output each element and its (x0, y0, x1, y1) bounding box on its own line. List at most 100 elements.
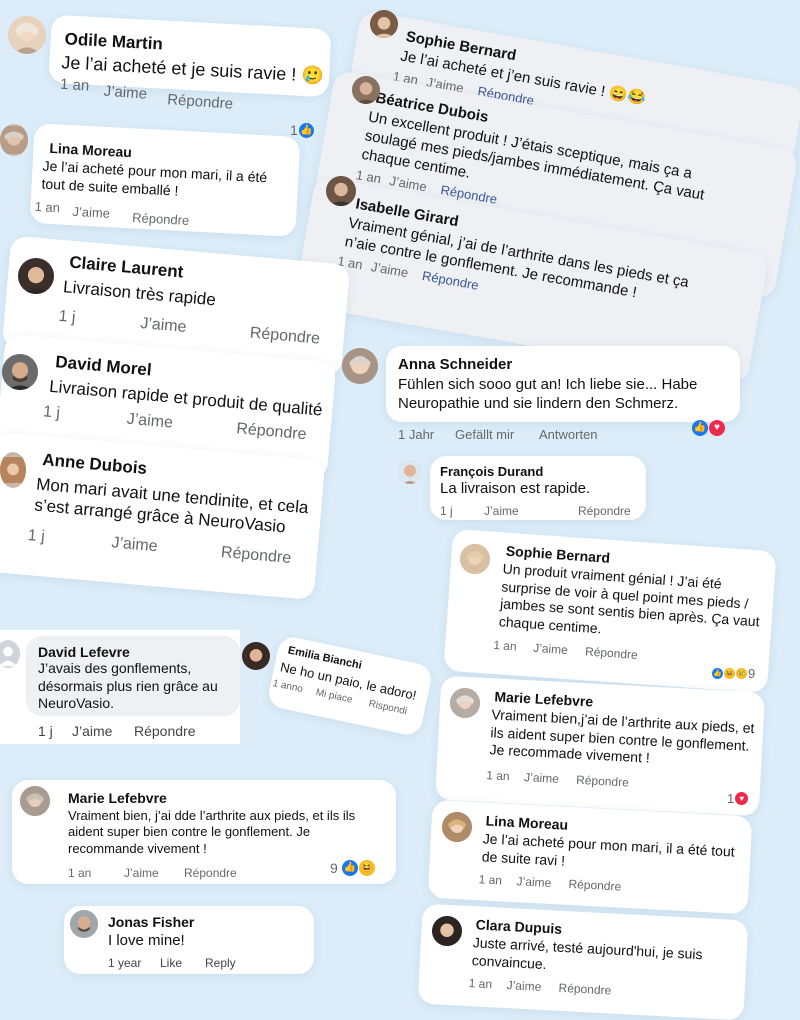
like-reaction-icon: 👍 (341, 860, 358, 876)
timestamp[interactable]: 1 j (38, 723, 53, 739)
haha-reaction-icon: 😆 (358, 860, 375, 876)
reply-button[interactable]: Répondre (167, 91, 234, 113)
like-button[interactable]: J’aime (516, 874, 551, 890)
comment-author[interactable]: François Durand (440, 464, 543, 479)
haha-reaction-icon: 😆 (724, 668, 735, 679)
like-button[interactable]: Like (160, 956, 182, 970)
timestamp[interactable]: 1 anno (272, 678, 304, 695)
like-button[interactable]: J’aime (524, 770, 559, 786)
avatar[interactable] (432, 916, 462, 946)
reply-button[interactable]: Répondre (236, 420, 307, 444)
comment-text: La livraison est rapide. (440, 480, 591, 497)
avatar[interactable] (352, 76, 380, 104)
comment-actions: 1 year Like Reply (108, 956, 308, 972)
comment-author[interactable]: Lina Moreau (485, 813, 568, 833)
reaction-summary[interactable]: 9 👍 😆 (330, 860, 375, 876)
comment-actions: 1 j J’aime Répondre (38, 723, 238, 741)
comment-card-lina-moreau-2: Lina Moreau Je l’ai acheté pour mon mari… (427, 799, 753, 915)
avatar[interactable] (398, 460, 422, 484)
reply-button[interactable]: Répondre (568, 877, 621, 894)
reply-button[interactable]: Répondre (558, 981, 611, 998)
like-button[interactable]: J’aime (506, 978, 541, 994)
like-reaction-icon: 👍 (692, 420, 708, 436)
avatar[interactable] (0, 452, 26, 488)
avatar[interactable] (326, 176, 356, 206)
reply-button[interactable]: Répondre (134, 723, 196, 739)
comment-author[interactable]: Anna Schneider (398, 356, 512, 373)
reaction-summary[interactable]: 1 ♥ (727, 791, 749, 806)
timestamp[interactable]: 1 year (108, 956, 141, 970)
comment-author[interactable]: David Lefevre (38, 644, 130, 660)
comment-text: Vraiment bien, j’ai dde l’arthrite aux p… (68, 808, 356, 856)
reaction-summary[interactable]: 👍 ♥ (692, 420, 725, 436)
comment-actions: 1 j J’aime Répondre (440, 504, 640, 520)
comment-text: Vraiment bien,j’ai de l’arthrite aux pie… (489, 706, 755, 766)
avatar[interactable] (242, 642, 270, 670)
timestamp[interactable]: 1 j (27, 527, 45, 546)
timestamp[interactable]: 1 j (42, 403, 60, 422)
like-button[interactable]: J’aime (72, 204, 110, 221)
comment-author[interactable]: Clara Dupuis (475, 916, 562, 936)
comment-author[interactable]: Jonas Fisher (108, 914, 194, 930)
timestamp[interactable]: 1 j (58, 308, 76, 327)
comment-author[interactable]: Odile Martin (64, 29, 163, 54)
like-button[interactable]: J’aime (140, 315, 188, 337)
avatar[interactable] (70, 910, 98, 938)
comment-text: Mon mari avait une tendinite, et cela s’… (33, 474, 310, 537)
timestamp[interactable]: 1 an (478, 872, 502, 887)
avatar[interactable] (20, 786, 50, 816)
like-button[interactable]: J’aime (484, 504, 519, 518)
avatar[interactable] (18, 258, 54, 294)
comment-author[interactable]: David Morel (55, 352, 153, 380)
reply-button[interactable]: Répondre (249, 325, 320, 349)
reaction-count: 1 (290, 122, 298, 138)
like-button[interactable]: J’aime (111, 534, 159, 556)
avatar[interactable] (442, 812, 472, 842)
like-button[interactable]: J’aime (72, 723, 112, 739)
reaction-summary[interactable]: 👍 😆 😢 9 (712, 666, 755, 681)
reply-button[interactable]: Répondre (585, 644, 639, 662)
like-button[interactable]: J’aime (103, 83, 147, 103)
comment-text: Un produit vraiment génial ! J’ai été su… (498, 560, 761, 636)
comment-author[interactable]: Marie Lefebvre (68, 790, 167, 806)
reply-button[interactable]: Répondre (576, 773, 629, 790)
avatar[interactable] (2, 354, 38, 390)
timestamp[interactable]: 1 an (68, 866, 91, 880)
avatar[interactable] (460, 544, 490, 574)
timestamp[interactable]: 1 an (468, 976, 492, 991)
timestamp[interactable]: 1 an (486, 768, 510, 783)
comment-card-clara-dupuis: Clara Dupuis Juste arrivé, testé aujourd… (417, 903, 749, 1020)
like-button[interactable]: J’aime (126, 411, 174, 433)
avatar[interactable] (450, 688, 480, 718)
comment-card-marie-lefebvre-2: Marie Lefebvre Vraiment bien, j’ai dde l… (12, 780, 396, 884)
like-button[interactable]: J’aime (124, 866, 159, 880)
avatar[interactable] (0, 124, 28, 156)
comment-text: J’avais des gonflements, désormais plus … (38, 660, 218, 711)
reply-button[interactable]: Répondre (578, 504, 631, 518)
comment-author[interactable]: Lina Moreau (49, 140, 132, 160)
reply-button[interactable]: Reply (205, 956, 236, 970)
timestamp[interactable]: 1 Jahr (398, 427, 434, 442)
like-button[interactable]: J’aime (533, 641, 569, 657)
reply-button[interactable]: Répondre (184, 866, 237, 880)
comment-card-marie-lefebvre: Marie Lefebvre Vraiment bien,j’ai de l’a… (434, 675, 766, 817)
comment-actions: 1 an J’aime Répondre (493, 638, 694, 670)
timestamp[interactable]: 1 an (493, 638, 517, 654)
like-button[interactable]: Gefällt mir (455, 427, 514, 442)
comment-text: Juste arrivé, testé aujourd'hui, je suis… (471, 934, 703, 972)
avatar[interactable] (342, 348, 378, 384)
reaction-summary[interactable]: 1 👍 (290, 122, 314, 138)
comment-actions: 1 an J’aime Répondre (478, 872, 679, 900)
timestamp[interactable]: 1 an (60, 76, 90, 95)
love-reaction-icon: ♥ (735, 792, 749, 805)
avatar[interactable] (370, 10, 398, 38)
reply-button[interactable]: Répondre (132, 210, 190, 228)
reply-button[interactable]: Répondre (220, 544, 291, 568)
like-button[interactable]: J’aime (370, 259, 410, 280)
timestamp[interactable]: 1 an (34, 199, 60, 215)
timestamp[interactable]: 1 j (440, 504, 453, 518)
love-reaction-icon: ♥ (709, 420, 725, 436)
avatar[interactable] (8, 16, 46, 54)
reply-button[interactable]: Antworten (539, 427, 598, 442)
comment-actions: 1 an J’aime Répondre (468, 976, 669, 1004)
